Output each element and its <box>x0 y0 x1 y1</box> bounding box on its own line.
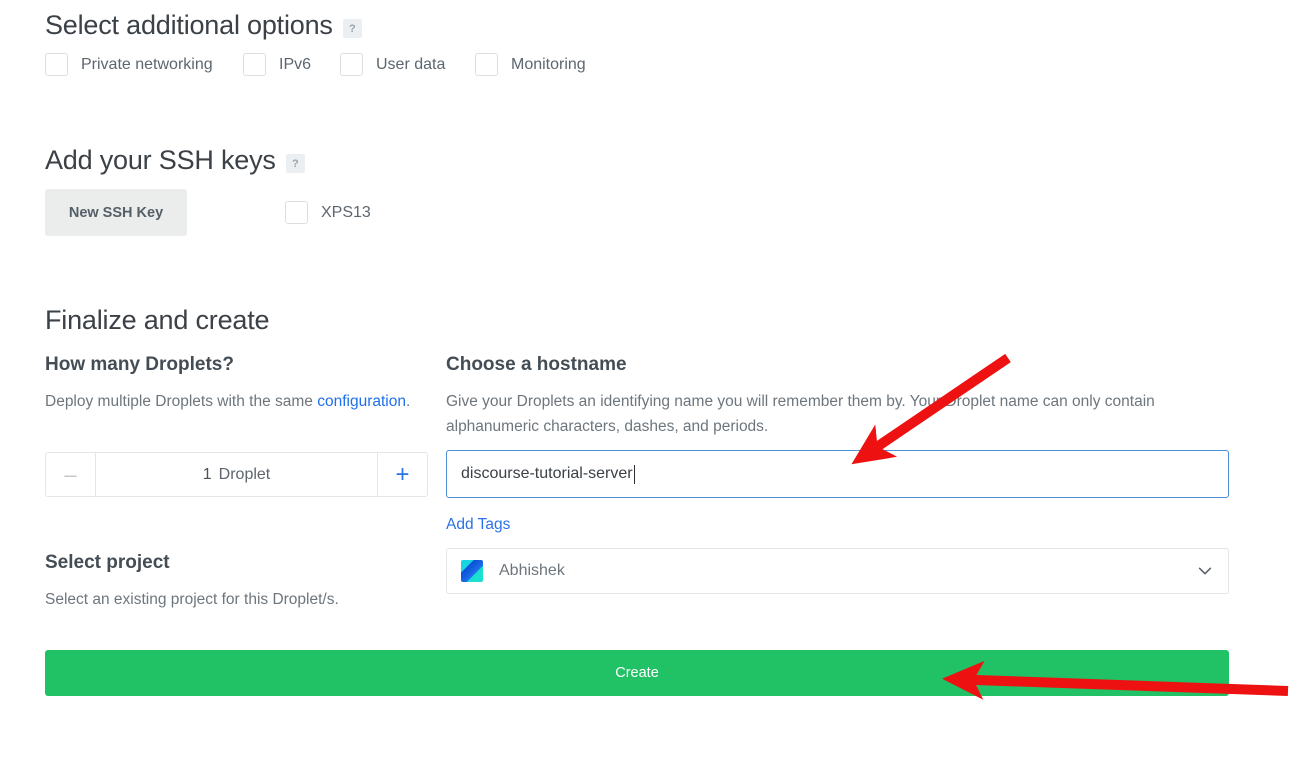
option-private-networking[interactable]: Private networking <box>45 53 213 76</box>
project-selected-name: Abhishek <box>499 562 1196 580</box>
additional-options-title: Select additional options <box>45 10 333 41</box>
option-user-data[interactable]: User data <box>340 53 445 76</box>
additional-options-heading: Select additional options ? <box>45 10 362 41</box>
checkbox-icon[interactable] <box>243 53 266 76</box>
checkbox-icon[interactable] <box>340 53 363 76</box>
option-label: Monitoring <box>511 56 586 74</box>
option-label: IPv6 <box>279 56 311 74</box>
option-label: User data <box>376 56 445 74</box>
increment-droplets-button[interactable]: + <box>377 453 427 496</box>
droplets-count-heading: How many Droplets? <box>45 354 234 376</box>
select-project-heading: Select project <box>45 552 170 574</box>
ssh-key-xps13[interactable]: XPS13 <box>285 201 371 224</box>
checkbox-icon[interactable] <box>475 53 498 76</box>
droplets-desc-suffix: . <box>406 393 410 410</box>
create-button[interactable]: Create <box>45 650 1229 696</box>
droplets-count-description: Deploy multiple Droplets with the same c… <box>45 389 445 414</box>
decrement-droplets-button[interactable]: – <box>46 453 96 496</box>
help-icon[interactable]: ? <box>286 154 305 173</box>
finalize-heading: Finalize and create <box>45 305 269 336</box>
help-icon[interactable]: ? <box>343 19 362 38</box>
hostname-heading: Choose a hostname <box>446 354 627 376</box>
hostname-description: Give your Droplets an identifying name y… <box>446 389 1176 439</box>
project-avatar-icon <box>461 560 483 582</box>
hostname-input[interactable]: discourse-tutorial-server <box>446 450 1229 498</box>
ssh-keys-title: Add your SSH keys <box>45 145 276 176</box>
ssh-keys-heading: Add your SSH keys ? <box>45 145 305 176</box>
droplet-count-stepper[interactable]: – 1 Droplet + <box>45 452 428 497</box>
option-label: Private networking <box>81 56 213 74</box>
option-ipv6[interactable]: IPv6 <box>243 53 311 76</box>
hostname-value: discourse-tutorial-server <box>461 465 633 483</box>
checkbox-icon[interactable] <box>285 201 308 224</box>
droplet-count-number: 1 <box>203 466 212 484</box>
chevron-down-icon[interactable] <box>1196 562 1214 580</box>
droplets-desc-prefix: Deploy multiple Droplets with the same <box>45 393 317 410</box>
checkbox-icon[interactable] <box>45 53 68 76</box>
configuration-link[interactable]: configuration <box>317 393 406 410</box>
new-ssh-key-button[interactable]: New SSH Key <box>45 189 187 236</box>
droplet-count-value: 1 Droplet <box>96 453 377 496</box>
droplet-create-page: Select additional options ? Private netw… <box>0 0 1300 769</box>
finalize-title: Finalize and create <box>45 305 269 336</box>
add-tags-link[interactable]: Add Tags <box>446 516 510 534</box>
ssh-key-label: XPS13 <box>321 204 371 222</box>
select-project-description: Select an existing project for this Drop… <box>45 587 445 612</box>
option-monitoring[interactable]: Monitoring <box>475 53 586 76</box>
droplet-count-unit: Droplet <box>219 466 271 484</box>
project-select-dropdown[interactable]: Abhishek <box>446 548 1229 594</box>
text-cursor <box>634 465 635 484</box>
